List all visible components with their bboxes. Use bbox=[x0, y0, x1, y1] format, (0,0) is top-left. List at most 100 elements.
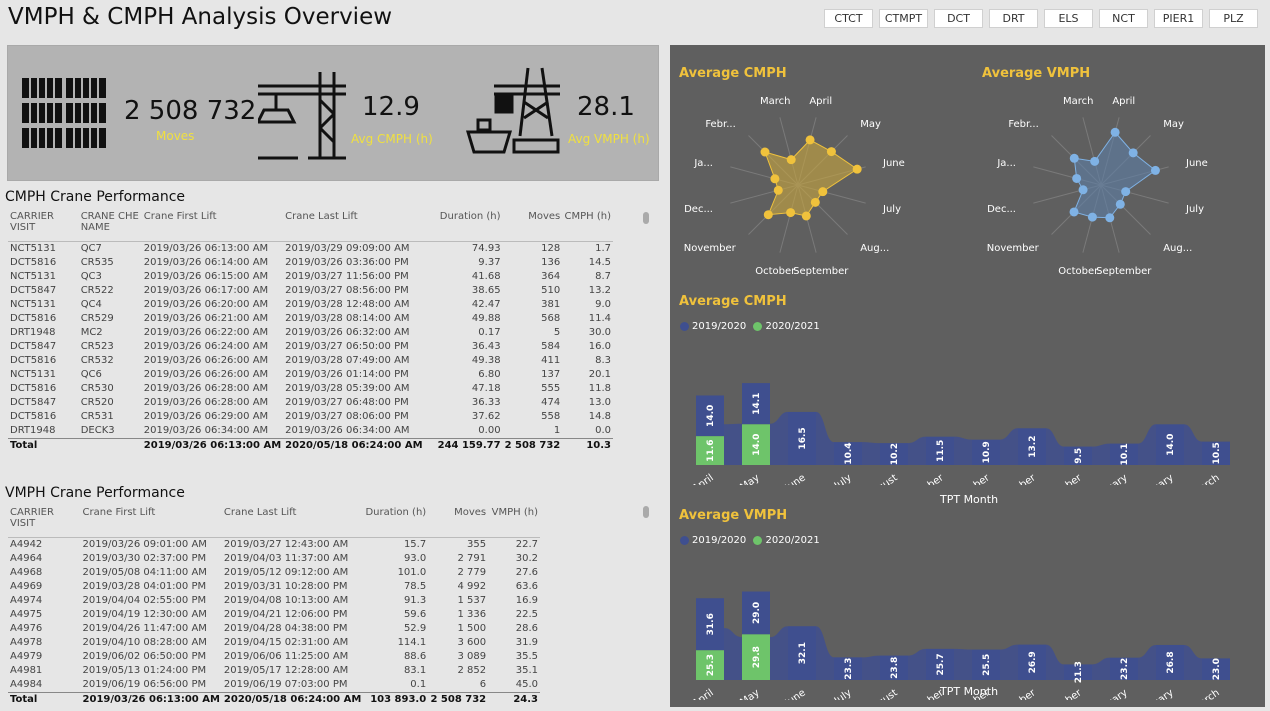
radar-point-january[interactable] bbox=[1072, 173, 1082, 183]
cmph-table-scrollbar[interactable] bbox=[643, 212, 649, 224]
radar-point-september[interactable] bbox=[801, 211, 811, 221]
table-row[interactable]: DCT5816 CR529 2019/03/26 06:21:00 AM 2019/0… bbox=[8, 312, 613, 326]
legend-2020-dot bbox=[753, 321, 763, 331]
cmph_table-header-3[interactable]: Crane Last Lift bbox=[283, 211, 425, 242]
vmph-table-scrollbar[interactable] bbox=[643, 506, 649, 518]
cmph_table-header-5[interactable]: Moves bbox=[502, 211, 563, 242]
table-row[interactable]: DCT5816 CR530 2019/03/26 06:28:00 AM 2019/0… bbox=[8, 382, 613, 396]
table-row[interactable]: DCT5816 CR531 2019/03/26 06:29:00 AM 2019/0… bbox=[8, 410, 613, 424]
cmph_table-header-2[interactable]: Crane First Lift bbox=[141, 211, 284, 242]
table-row[interactable]: DCT5847 CR523 2019/03/26 06:24:00 AM 2019/0… bbox=[8, 340, 613, 354]
total-cell: 2 508 732 bbox=[428, 691, 489, 708]
table-row[interactable]: DCT5847 CR522 2019/03/26 06:17:00 AM 2019/0… bbox=[8, 284, 613, 298]
table-row[interactable]: A4984 2019/06/19 06:56:00 PM 2019/06/19 07… bbox=[8, 678, 540, 693]
table-cell: 2019/03/26 06:22:00 AM bbox=[143, 326, 269, 338]
table-row[interactable]: A4942 2019/03/26 09:01:00 AM 2019/03/27 12… bbox=[8, 537, 540, 552]
radar-point-may[interactable] bbox=[1128, 148, 1138, 158]
radar-point-november[interactable] bbox=[763, 210, 773, 220]
table-row[interactable]: A4975 2019/04/19 12:30:00 AM 2019/04/21 12… bbox=[8, 608, 540, 622]
table-cell: 91.3 bbox=[403, 594, 427, 606]
radar-point-april[interactable] bbox=[1110, 127, 1120, 137]
radar-point-august[interactable] bbox=[810, 197, 820, 207]
ribbon-connector bbox=[1138, 424, 1156, 465]
radar-point-may[interactable] bbox=[826, 147, 836, 157]
radar-point-february[interactable] bbox=[760, 147, 770, 157]
radar-label-april: April bbox=[809, 96, 832, 107]
cmph-label: Avg CMPH (h) bbox=[351, 132, 433, 146]
slicer-ctmpt[interactable]: CTMPT bbox=[879, 9, 928, 28]
radar-point-april[interactable] bbox=[805, 135, 815, 145]
radar-cmph-chart: April May June July Aug... SeptemberOctober No… bbox=[684, 96, 905, 277]
vmph_table-header-3[interactable]: Duration (h) bbox=[363, 507, 429, 538]
x-tick-september: September bbox=[894, 687, 946, 700]
slicer-dct[interactable]: DCT bbox=[934, 9, 983, 28]
vmph_table-header-5[interactable]: VMPH (h) bbox=[488, 507, 540, 538]
table-row[interactable]: A4964 2019/03/30 02:37:00 PM 2019/04/03 11… bbox=[8, 552, 540, 566]
cmph_table-header-4[interactable]: Duration (h) bbox=[424, 211, 503, 242]
x-tick-may: May bbox=[738, 687, 761, 700]
cmph_table-header-6[interactable]: CMPH (h) bbox=[562, 211, 613, 242]
radar-point-june[interactable] bbox=[1150, 165, 1160, 175]
slicer-nct[interactable]: NCT bbox=[1099, 9, 1148, 28]
table-row[interactable]: A4969 2019/03/28 04:01:00 PM 2019/03/31 10… bbox=[8, 580, 540, 594]
table-row[interactable]: A4968 2019/05/08 04:11:00 AM 2019/05/12 09… bbox=[8, 566, 540, 580]
table-cell: 2019/04/03 11:37:00 AM bbox=[223, 552, 349, 564]
radar-point-july[interactable] bbox=[1121, 187, 1131, 197]
table-row[interactable]: A4979 2019/06/02 06:50:00 PM 2019/06/06 11… bbox=[8, 650, 540, 664]
ribbon-connector bbox=[1092, 657, 1110, 680]
table-row[interactable]: NCT5131 QC7 2019/03/26 06:13:00 AM 2019/03/… bbox=[8, 241, 613, 256]
table-row[interactable]: A4976 2019/04/26 11:47:00 AM 2019/04/28 04… bbox=[8, 622, 540, 636]
table-row[interactable]: A4981 2019/05/13 01:24:00 PM 2019/05/17 12… bbox=[8, 664, 540, 678]
table-cell: 52.9 bbox=[403, 622, 427, 634]
table-cell: 1 537 bbox=[457, 594, 487, 606]
bar-value-2020: 29.8 bbox=[752, 646, 762, 668]
slicer-drt[interactable]: DRT bbox=[989, 9, 1038, 28]
table-row[interactable]: DCT5847 CR520 2019/03/26 06:28:00 AM 2019/0… bbox=[8, 396, 613, 410]
slicer-plz[interactable]: PLZ bbox=[1209, 9, 1258, 28]
total-cell: 2019/03/26 06:13:00 AM bbox=[80, 691, 222, 708]
table-row[interactable]: DRT1948 MC2 2019/03/26 06:22:00 AM 2019/03/… bbox=[8, 326, 613, 340]
vmph-label: Avg VMPH (h) bbox=[568, 132, 650, 146]
table-cell: 9.0 bbox=[595, 298, 611, 310]
ribbon-connector bbox=[1000, 644, 1018, 680]
vmph_table-header-0[interactable]: CARRIER VISIT bbox=[8, 507, 81, 538]
radar-point-october[interactable] bbox=[1087, 212, 1097, 222]
radar-point-october[interactable] bbox=[786, 208, 796, 218]
radar-point-september[interactable] bbox=[1105, 213, 1115, 223]
table-cell: 2019/05/12 09:12:00 AM bbox=[223, 566, 349, 578]
radar-point-march[interactable] bbox=[1090, 156, 1100, 166]
table-row[interactable]: A4974 2019/04/04 02:55:00 PM 2019/04/08 10… bbox=[8, 594, 540, 608]
table-row[interactable]: NCT5131 QC3 2019/03/26 06:15:00 AM 2019/03/… bbox=[8, 270, 613, 284]
table-row[interactable]: DRT1948 DECK3 2019/03/26 06:34:00 AM 2019/0… bbox=[8, 424, 613, 439]
table-cell: 2019/03/28 04:01:00 PM bbox=[82, 580, 207, 592]
table-row[interactable]: DCT5816 CR532 2019/03/26 06:26:00 AM 2019/0… bbox=[8, 354, 613, 368]
table-cell: 2019/03/26 06:13:00 AM bbox=[143, 242, 269, 254]
radar-point-march[interactable] bbox=[786, 155, 796, 165]
radar-point-july[interactable] bbox=[818, 187, 828, 197]
radar-point-february[interactable] bbox=[1069, 153, 1079, 163]
radar-point-january[interactable] bbox=[770, 174, 780, 184]
table-row[interactable]: NCT5131 QC6 2019/03/26 06:26:00 AM 2019/03/… bbox=[8, 368, 613, 382]
table-row[interactable]: A4978 2019/04/10 08:28:00 AM 2019/04/15 02… bbox=[8, 636, 540, 650]
radar-label-july: July bbox=[882, 204, 901, 215]
slicer-ctct[interactable]: CTCT bbox=[824, 9, 873, 28]
cmph_table-header-1[interactable]: CRANE CHE NAME bbox=[78, 211, 142, 242]
slicer-els[interactable]: ELS bbox=[1044, 9, 1093, 28]
slicer-pier1[interactable]: PIER1 bbox=[1154, 9, 1203, 28]
vmph_table-header-1[interactable]: Crane First Lift bbox=[80, 507, 222, 538]
table-cell: 555 bbox=[541, 382, 561, 394]
radar-point-december[interactable] bbox=[773, 185, 783, 195]
radar-point-august[interactable] bbox=[1115, 199, 1125, 209]
table-row[interactable]: NCT5131 QC4 2019/03/26 06:20:00 AM 2019/03/… bbox=[8, 298, 613, 312]
table-cell: 128 bbox=[541, 242, 561, 254]
table-cell: 2019/03/26 06:28:00 AM bbox=[143, 382, 269, 394]
total-cell: Total bbox=[8, 437, 79, 454]
radar-point-december[interactable] bbox=[1078, 185, 1088, 195]
table-row[interactable]: DCT5816 CR535 2019/03/26 06:14:00 AM 2019/0… bbox=[8, 256, 613, 270]
cmph_table-header-0[interactable]: CARRIER VISIT bbox=[8, 211, 79, 242]
radar-point-november[interactable] bbox=[1069, 207, 1079, 217]
table-cell: 8.3 bbox=[595, 354, 611, 366]
vmph_table-header-4[interactable]: Moves bbox=[428, 507, 489, 538]
vmph_table-header-2[interactable]: Crane Last Lift bbox=[221, 507, 364, 538]
radar-point-june[interactable] bbox=[852, 164, 862, 174]
